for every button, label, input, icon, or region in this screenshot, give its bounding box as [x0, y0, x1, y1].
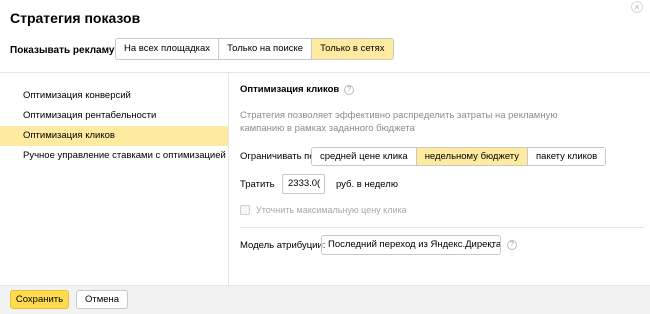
strategy-description: Стратегия позволяет эффективно распредел…	[240, 110, 558, 134]
attribution-help-icon[interactable]: ?	[507, 240, 517, 250]
placement-label: Показывать рекламу:	[10, 45, 118, 56]
placement-option-networks[interactable]: Только в сетях	[312, 39, 393, 59]
help-icon[interactable]: ?	[344, 84, 355, 95]
spend-input[interactable]: 2333.0(	[282, 174, 325, 194]
limit-option-click-package[interactable]: пакету кликов	[528, 148, 606, 165]
strategy-item-profitability[interactable]: Оптимизация рентабельности	[0, 106, 228, 126]
attribution-label: Модель атрибуции:	[240, 240, 326, 251]
placement-option-all[interactable]: На всех площадках	[116, 39, 220, 59]
spend-unit: руб. в неделю	[336, 179, 398, 190]
limit-label: Ограничивать по	[240, 151, 315, 162]
strategy-item-clicks[interactable]: Оптимизация кликов	[0, 126, 228, 146]
close-icon[interactable]: ×	[631, 1, 643, 13]
spend-label: Тратить	[240, 179, 275, 190]
placement-segmented-control: На всех площадках Только на поиске Тольк…	[115, 38, 394, 60]
vertical-divider	[228, 73, 229, 285]
cancel-button[interactable]: Отмена	[76, 290, 128, 309]
refine-max-cpc-label: Уточнить максимальную цену клика	[256, 205, 407, 215]
top-divider	[0, 72, 650, 73]
limit-option-avg-cpc[interactable]: средней цене клика	[312, 148, 417, 165]
dialog-title: Стратегия показов	[10, 10, 141, 26]
strategy-item-manual[interactable]: Ручное управление ставками с оптимизацие…	[0, 146, 228, 166]
limit-segmented-control: средней цене клика недельному бюджету па…	[311, 147, 607, 166]
limit-option-weekly-budget[interactable]: недельному бюджету	[416, 148, 529, 165]
content-divider	[240, 227, 645, 228]
refine-max-cpc-row: Уточнить максимальную цену клика	[240, 205, 407, 215]
attribution-select[interactable]: Последний переход из Яндекс.Директа ⌄	[321, 235, 501, 255]
strategy-title-row: Оптимизация кликов ?	[240, 84, 355, 95]
strategy-item-conversions[interactable]: Оптимизация конверсий	[0, 86, 228, 106]
placement-option-search[interactable]: Только на поиске	[219, 39, 313, 59]
strategy-list: Оптимизация конверсий Оптимизация рентаб…	[0, 86, 228, 166]
attribution-value: Последний переход из Яндекс.Директа	[328, 239, 501, 250]
refine-max-cpc-checkbox[interactable]	[240, 205, 250, 215]
save-button[interactable]: Сохранить	[10, 290, 69, 309]
chevron-down-icon: ⌄	[488, 240, 496, 250]
strategy-title: Оптимизация кликов	[240, 84, 340, 95]
